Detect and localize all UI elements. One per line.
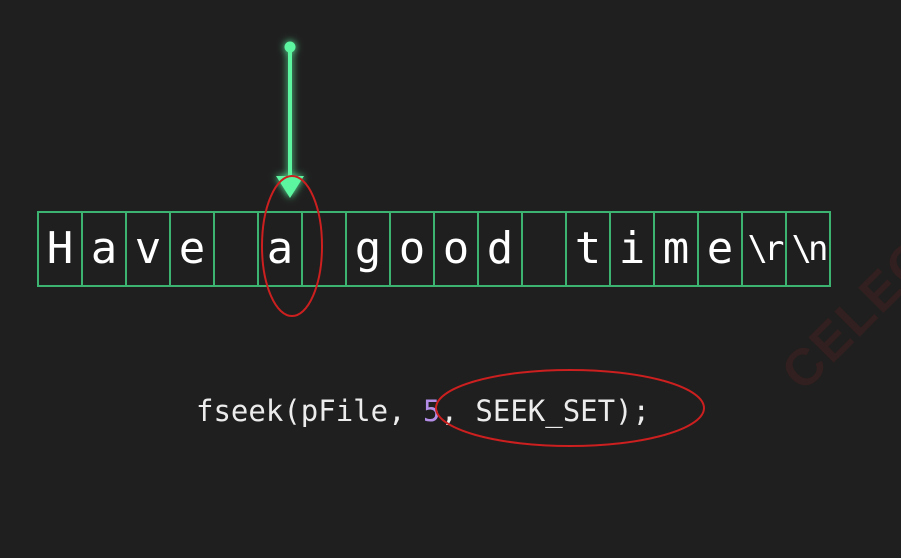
- char-cell: \r: [741, 211, 787, 287]
- char-cell: a: [257, 211, 303, 287]
- char-cell: \n: [785, 211, 831, 287]
- code-arg-offset: 5: [423, 394, 441, 428]
- char-cell: o: [433, 211, 479, 287]
- pointer-arrowhead: [276, 176, 304, 198]
- char-cell: e: [169, 211, 215, 287]
- code-open-paren: (: [283, 394, 301, 428]
- char-cell: v: [125, 211, 171, 287]
- char-cell: [301, 211, 347, 287]
- char-cell: H: [37, 211, 83, 287]
- pointer-arrow: [276, 41, 304, 198]
- char-cell: [213, 211, 259, 287]
- char-cell: m: [653, 211, 699, 287]
- code-separator: ,: [388, 394, 424, 428]
- char-cell: [521, 211, 567, 287]
- char-cell: d: [477, 211, 523, 287]
- char-cell: o: [389, 211, 435, 287]
- code-line: fseek(pFile, 5, SEEK_SET);: [196, 388, 650, 434]
- char-cell: i: [609, 211, 655, 287]
- char-cell: g: [345, 211, 391, 287]
- code-arg-file: pFile: [300, 394, 389, 428]
- char-cell: e: [697, 211, 743, 287]
- diagram-canvas: Have a good t i m e \r \n fseek(pFile, 5, SEE…: [0, 0, 901, 558]
- char-cell: a: [81, 211, 127, 287]
- file-content-buffer: Have a good t i m e \r \n: [37, 211, 865, 287]
- code-arg-origin: SEEK_SET: [475, 394, 616, 428]
- code-separator: ,: [440, 394, 476, 428]
- code-close: );: [615, 394, 651, 428]
- code-function-name: fseek: [196, 394, 284, 428]
- char-cell: t: [565, 211, 611, 287]
